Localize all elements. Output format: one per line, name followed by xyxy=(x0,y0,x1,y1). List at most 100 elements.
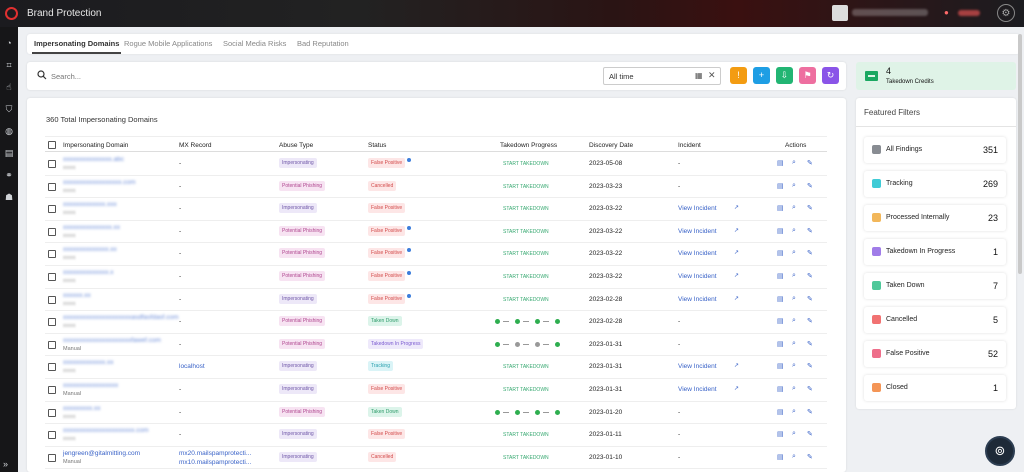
start-takedown-link[interactable]: START TAKEDOWN xyxy=(503,274,549,280)
edit-icon[interactable]: ✎ xyxy=(807,385,813,393)
start-takedown-link[interactable]: START TAKEDOWN xyxy=(503,387,549,393)
tab-impersonating-domains[interactable]: Impersonating Domains xyxy=(34,39,119,48)
filter-taken-down[interactable]: Taken Down 7 xyxy=(864,273,1006,299)
filter-false-positive[interactable]: False Positive 52 xyxy=(864,341,1006,367)
select-all-checkbox[interactable] xyxy=(48,141,56,149)
search-icon[interactable]: ⌕ xyxy=(792,204,796,212)
row-checkbox[interactable] xyxy=(48,386,56,394)
external-link-icon[interactable]: ↗ xyxy=(734,204,739,211)
report-icon[interactable]: ▤ xyxy=(777,362,784,370)
search-icon[interactable]: ⌕ xyxy=(792,362,796,370)
report-icon[interactable]: ▤ xyxy=(777,227,784,235)
header-progress[interactable]: Takedown Progress xyxy=(500,142,557,149)
header-date[interactable]: Discovery Date xyxy=(589,142,633,149)
row-checkbox[interactable] xyxy=(48,205,56,214)
expand-nav-icon[interactable]: » xyxy=(3,459,8,469)
external-link-icon[interactable]: ↗ xyxy=(734,362,739,369)
external-link-icon[interactable]: ↗ xyxy=(734,295,739,302)
start-takedown-link[interactable]: START TAKEDOWN xyxy=(503,206,549,212)
start-takedown-link[interactable]: START TAKEDOWN xyxy=(503,455,549,461)
view-incident-link[interactable]: View Incident xyxy=(678,250,717,257)
domain-link[interactable]: xxxxxxxxx.xx xyxy=(63,405,101,412)
filter-processed-internally[interactable]: Processed Internally 23 xyxy=(864,205,1006,231)
start-takedown-link[interactable]: START TAKEDOWN xyxy=(503,364,549,370)
header-abuse[interactable]: Abuse Type xyxy=(279,142,313,149)
search-input[interactable] xyxy=(51,68,351,84)
domain-link[interactable]: xxxxxxxxxxxxxxxxxxxxxx.com xyxy=(63,427,149,434)
report-icon[interactable]: ▤ xyxy=(777,340,784,348)
domain-link[interactable]: xxxxxxxxxxxxxxxxxx.com xyxy=(63,179,136,186)
view-incident-link[interactable]: View Incident xyxy=(678,363,717,370)
tab-bad-reputation[interactable]: Bad Reputation xyxy=(297,39,349,48)
edit-icon[interactable]: ✎ xyxy=(807,249,813,257)
domain-link[interactable]: xxxxxxxxxxxxxxxxx xyxy=(63,382,118,389)
flag-button[interactable]: ⚑ xyxy=(799,67,816,84)
refresh-button[interactable]: ↻ xyxy=(822,67,839,84)
domain-link[interactable]: xxxxxx.xx xyxy=(63,292,91,299)
domain-link[interactable]: xxxxxxxxxxxxxxxxxxxxxasdfasfdasf.com xyxy=(63,314,179,321)
tab-rogue-mobile-applications[interactable]: Rogue Mobile Applications xyxy=(124,39,212,48)
edit-icon[interactable]: ✎ xyxy=(807,272,813,280)
user-shield-icon[interactable]: ☗ xyxy=(3,191,15,203)
external-link-icon[interactable]: ↗ xyxy=(734,249,739,256)
view-incident-link[interactable]: View Incident xyxy=(678,273,717,280)
calendar-icon[interactable]: ▦ xyxy=(695,71,703,80)
edit-icon[interactable]: ✎ xyxy=(807,430,813,438)
filter-all-findings[interactable]: All Findings 351 xyxy=(864,137,1006,163)
search-icon[interactable]: ⌕ xyxy=(792,272,796,280)
row-checkbox[interactable] xyxy=(48,340,56,349)
row-checkbox[interactable] xyxy=(48,227,56,236)
domain-link[interactable]: xxxxxxxxxxxxxxxxxxxxxfawef.com xyxy=(63,337,161,344)
edit-icon[interactable]: ✎ xyxy=(807,317,813,325)
page-scrollbar[interactable] xyxy=(1018,34,1022,274)
notification-icon[interactable]: ● xyxy=(944,8,954,18)
edit-icon[interactable]: ✎ xyxy=(807,340,813,348)
report-icon[interactable]: ▤ xyxy=(777,317,784,325)
avatar[interactable] xyxy=(832,5,848,21)
document-icon[interactable]: ▤ xyxy=(3,147,15,159)
edit-icon[interactable]: ✎ xyxy=(807,453,813,461)
external-link-icon[interactable]: ↗ xyxy=(734,227,739,234)
mx-record[interactable]: mx20.mailspamprotecti... xyxy=(179,450,251,457)
start-takedown-link[interactable]: START TAKEDOWN xyxy=(503,432,549,438)
edit-icon[interactable]: ✎ xyxy=(807,159,813,167)
report-icon[interactable]: ▤ xyxy=(777,408,784,416)
start-takedown-link[interactable]: START TAKEDOWN xyxy=(503,161,549,167)
download-button[interactable]: ⇩ xyxy=(776,67,793,84)
row-checkbox[interactable] xyxy=(48,160,56,168)
row-checkbox[interactable] xyxy=(48,453,56,462)
search-icon[interactable]: ⌕ xyxy=(792,227,796,235)
mx-record-2[interactable]: mx10.mailspamprotecti... xyxy=(179,459,251,466)
tab-social-media-risks[interactable]: Social Media Risks xyxy=(223,39,286,48)
search-icon[interactable]: ⌕ xyxy=(792,182,796,190)
edit-icon[interactable]: ✎ xyxy=(807,204,813,212)
search-icon[interactable]: ⌕ xyxy=(792,249,796,257)
filter-takedown-in-progress[interactable]: Takedown In Progress 1 xyxy=(864,239,1006,265)
edit-icon[interactable]: ✎ xyxy=(807,227,813,235)
search-icon[interactable]: ⌕ xyxy=(792,453,796,461)
edit-icon[interactable]: ✎ xyxy=(807,362,813,370)
clear-icon[interactable]: ✕ xyxy=(708,70,716,81)
view-incident-link[interactable]: View Incident xyxy=(678,228,717,235)
fingerprint-icon[interactable]: ☝ xyxy=(3,81,15,93)
edit-icon[interactable]: ✎ xyxy=(807,408,813,416)
report-icon[interactable]: ▤ xyxy=(777,249,784,257)
header-status[interactable]: Status xyxy=(368,142,386,149)
header-domain[interactable]: Impersonating Domain xyxy=(63,142,128,149)
domain-link[interactable]: xxxxxxxxxxxxxxx.abc xyxy=(63,156,124,163)
search-icon[interactable]: ⌕ xyxy=(792,295,796,303)
domain-link[interactable]: xxxxxxxxxxxxxx.x xyxy=(63,269,114,276)
mx-record[interactable]: localhost xyxy=(179,363,205,370)
report-icon[interactable]: ▤ xyxy=(777,453,784,461)
row-checkbox[interactable] xyxy=(48,363,56,372)
add-button[interactable]: + xyxy=(753,67,770,84)
start-takedown-link[interactable]: START TAKEDOWN xyxy=(503,297,549,303)
scan-icon[interactable]: ⌗ xyxy=(3,59,15,71)
domain-link[interactable]: xxxxxxxxxxxxxx.xx xyxy=(63,246,117,253)
globe-icon[interactable]: ◍ xyxy=(3,125,15,137)
network-icon[interactable]: ⚭ xyxy=(3,169,15,181)
search-icon[interactable]: ⌕ xyxy=(792,385,796,393)
edit-icon[interactable]: ✎ xyxy=(807,182,813,190)
row-checkbox[interactable] xyxy=(48,182,56,191)
external-link-icon[interactable]: ↗ xyxy=(734,385,739,392)
